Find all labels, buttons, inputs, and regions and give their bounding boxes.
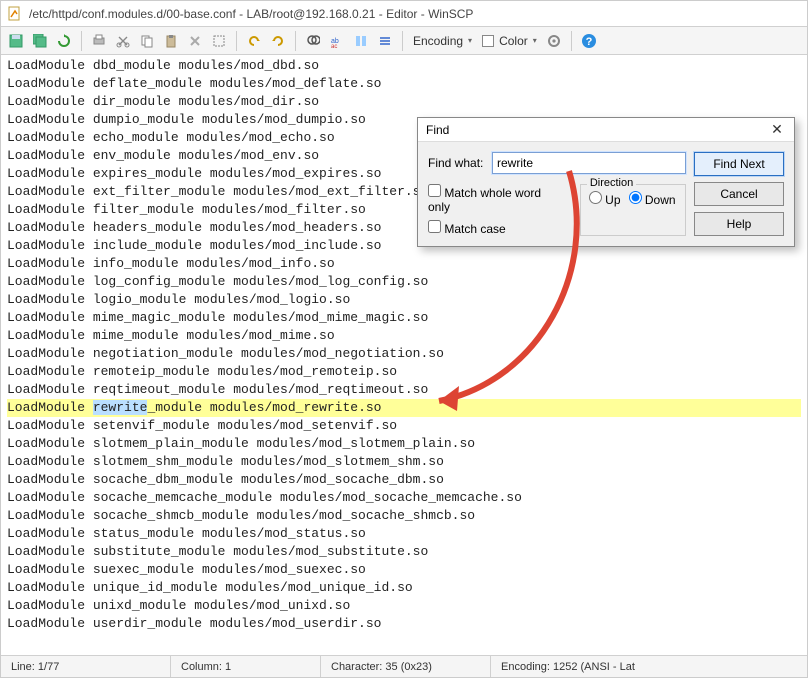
toolbar: abac Encoding Color ? — [1, 27, 807, 55]
editor-line[interactable]: LoadModule remoteip_module modules/mod_r… — [7, 363, 801, 381]
help-icon[interactable]: ? — [578, 30, 600, 52]
separator — [295, 31, 296, 51]
direction-down-radio[interactable]: Down — [629, 191, 676, 207]
undo-icon[interactable] — [243, 30, 265, 52]
editor-line[interactable]: LoadModule unixd_module modules/mod_unix… — [7, 597, 801, 615]
preferences-icon[interactable] — [543, 30, 565, 52]
select-all-icon[interactable] — [208, 30, 230, 52]
svg-text:?: ? — [585, 36, 592, 48]
editor-line[interactable]: LoadModule suexec_module modules/mod_sue… — [7, 561, 801, 579]
status-encoding: Encoding: 1252 (ANSI - Lat — [491, 656, 807, 677]
print-icon[interactable] — [88, 30, 110, 52]
replace-icon[interactable]: abac — [326, 30, 348, 52]
editor-line[interactable]: LoadModule unique_id_module modules/mod_… — [7, 579, 801, 597]
editor-line[interactable]: LoadModule socache_memcache_module modul… — [7, 489, 801, 507]
encoding-label: Encoding — [413, 34, 463, 48]
paste-icon[interactable] — [160, 30, 182, 52]
svg-text:ac: ac — [331, 44, 337, 48]
copy-icon[interactable] — [136, 30, 158, 52]
find-dialog-title: Find — [426, 123, 449, 137]
editor-line[interactable]: LoadModule info_module modules/mod_info.… — [7, 255, 801, 273]
find-what-input[interactable] — [492, 152, 686, 174]
direction-label: Direction — [587, 177, 636, 189]
save-icon[interactable] — [5, 30, 27, 52]
encoding-dropdown[interactable]: Encoding — [409, 34, 476, 48]
editor-line[interactable]: LoadModule rewrite_module modules/mod_re… — [7, 399, 801, 417]
reload-icon[interactable] — [53, 30, 75, 52]
color-dropdown[interactable]: Color — [478, 34, 541, 48]
find-icon[interactable] — [302, 30, 324, 52]
find-what-label: Find what: — [428, 156, 486, 170]
match-whole-word-checkbox[interactable]: Match whole word only — [428, 184, 558, 214]
direction-up-radio[interactable]: Up — [589, 191, 621, 207]
find-dialog: Find ✕ Find what: Match whole word only … — [417, 117, 795, 247]
statusbar: Line: 1/77 Column: 1 Character: 35 (0x23… — [1, 655, 807, 677]
delete-icon[interactable] — [184, 30, 206, 52]
close-icon[interactable]: ✕ — [768, 121, 786, 139]
editor-line[interactable]: LoadModule dir_module modules/mod_dir.so — [7, 93, 801, 111]
editor-line[interactable]: LoadModule setenvif_module modules/mod_s… — [7, 417, 801, 435]
status-line: Line: 1/77 — [1, 656, 171, 677]
direction-group: Direction Up Down — [580, 184, 686, 236]
save-all-icon[interactable] — [29, 30, 51, 52]
help-button[interactable]: Help — [694, 212, 784, 236]
editor-line[interactable]: LoadModule dbd_module modules/mod_dbd.so — [7, 57, 801, 75]
cut-icon[interactable] — [112, 30, 134, 52]
editor-line[interactable]: LoadModule mime_magic_module modules/mod… — [7, 309, 801, 327]
status-column: Column: 1 — [171, 656, 321, 677]
color-label: Color — [499, 34, 528, 48]
editor-line[interactable]: LoadModule substitute_module modules/mod… — [7, 543, 801, 561]
editor-line[interactable]: LoadModule negotiation_module modules/mo… — [7, 345, 801, 363]
editor-line[interactable]: LoadModule slotmem_shm_module modules/mo… — [7, 453, 801, 471]
editor-line[interactable]: LoadModule mime_module modules/mod_mime.… — [7, 327, 801, 345]
editor-line[interactable]: LoadModule reqtimeout_module modules/mod… — [7, 381, 801, 399]
editor-line[interactable]: LoadModule deflate_module modules/mod_de… — [7, 75, 801, 93]
separator — [236, 31, 237, 51]
goto-icon[interactable] — [374, 30, 396, 52]
find-dialog-titlebar[interactable]: Find ✕ — [418, 118, 794, 142]
match-case-checkbox[interactable]: Match case — [428, 220, 558, 236]
editor-line[interactable]: LoadModule slotmem_plain_module modules/… — [7, 435, 801, 453]
window-titlebar: /etc/httpd/conf.modules.d/00-base.conf -… — [1, 1, 807, 27]
editor-line[interactable]: LoadModule userdir_module modules/mod_us… — [7, 615, 801, 633]
app-icon — [7, 6, 23, 22]
cancel-button[interactable]: Cancel — [694, 182, 784, 206]
status-character: Character: 35 (0x23) — [321, 656, 491, 677]
separator — [402, 31, 403, 51]
find-next-button[interactable]: Find Next — [694, 152, 784, 176]
editor-line[interactable]: LoadModule logio_module modules/mod_logi… — [7, 291, 801, 309]
separator — [81, 31, 82, 51]
separator — [571, 31, 572, 51]
redo-icon[interactable] — [267, 30, 289, 52]
editor-line[interactable]: LoadModule socache_shmcb_module modules/… — [7, 507, 801, 525]
editor-line[interactable]: LoadModule socache_dbm_module modules/mo… — [7, 471, 801, 489]
editor-line[interactable]: LoadModule log_config_module modules/mod… — [7, 273, 801, 291]
color-swatch-icon — [482, 35, 494, 47]
window-title: /etc/httpd/conf.modules.d/00-base.conf -… — [29, 7, 473, 21]
editor-line[interactable]: LoadModule status_module modules/mod_sta… — [7, 525, 801, 543]
find-next-icon[interactable] — [350, 30, 372, 52]
